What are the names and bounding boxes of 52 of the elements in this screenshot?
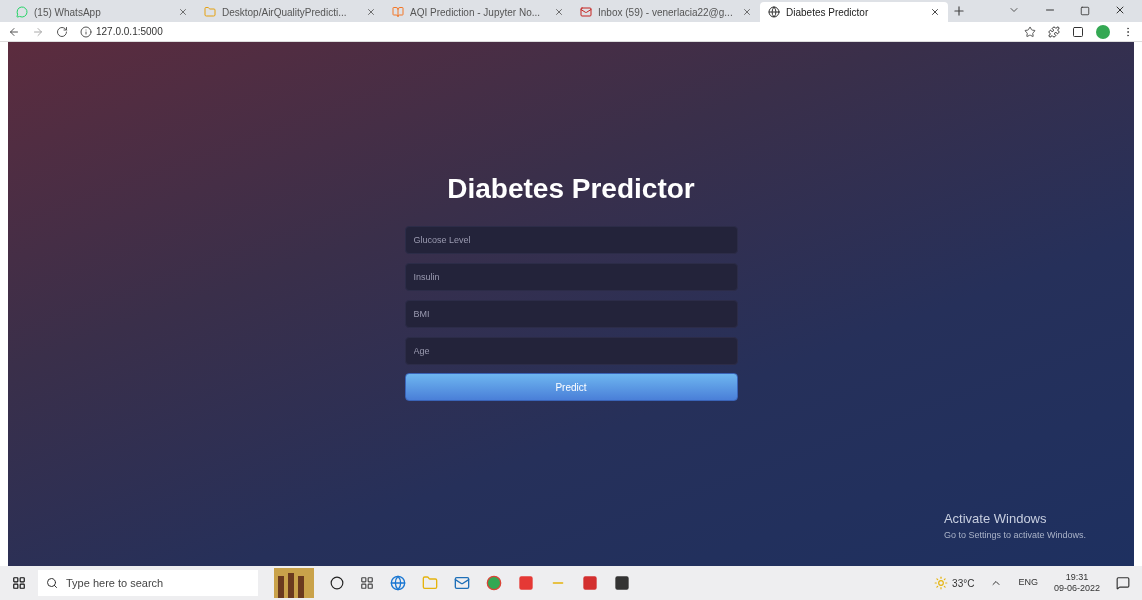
puzzle-icon[interactable]: [1048, 25, 1060, 38]
language-text[interactable]: ENG: [1018, 576, 1038, 590]
browser-tab[interactable]: Desktop/AirQualityPredicti...: [196, 2, 384, 22]
taskbar-search-field[interactable]: Type here to search: [38, 570, 258, 596]
task-view-icon[interactable]: [360, 576, 374, 590]
close-window-icon[interactable]: [1114, 4, 1126, 16]
input-field[interactable]: Insulin: [404, 263, 738, 291]
sidebar-icon[interactable]: [1072, 25, 1084, 38]
close-icon[interactable]: [178, 7, 188, 17]
tab-title: Inbox (59) - venerlacia22@g...: [598, 5, 734, 20]
browser-tab[interactable]: Diabetes Predictor: [760, 2, 948, 22]
browser-tab[interactable]: Inbox (59) - venerlacia22@g...: [572, 2, 760, 22]
tab-title: Desktop/AirQualityPredicti...: [222, 5, 348, 20]
search-icon: [46, 577, 58, 589]
close-icon[interactable]: [554, 7, 564, 17]
input-field[interactable]: Age: [404, 337, 738, 365]
cortana-icon[interactable]: [330, 576, 344, 590]
close-icon[interactable]: [742, 7, 752, 17]
profile-avatar[interactable]: [1096, 24, 1110, 39]
search-placeholder: Type here to search: [66, 575, 164, 591]
clock[interactable]: 19:31 09-06-2022: [1053, 571, 1100, 595]
close-icon[interactable]: [930, 7, 940, 17]
mail-icon[interactable]: [454, 575, 470, 591]
close-icon[interactable]: [366, 7, 376, 17]
globe-icon: [768, 6, 780, 18]
tab-title: Diabetes Predictor: [786, 5, 870, 20]
back-icon[interactable]: [8, 25, 20, 38]
activation-subtitle: Go to Settings to activate Windows.: [943, 528, 1086, 542]
notebook-icon: [392, 6, 404, 18]
maximize-icon[interactable]: [1080, 6, 1090, 16]
folder-icon: [204, 6, 216, 18]
page-title: Diabetes Predictor: [447, 172, 695, 206]
star-icon[interactable]: [1024, 25, 1036, 38]
browser-tab[interactable]: AQI Prediction - Jupyter No...: [384, 2, 572, 22]
mail-icon: [580, 6, 592, 18]
input-field[interactable]: BMI: [404, 300, 738, 328]
reload-icon[interactable]: [56, 25, 68, 38]
browser-tab[interactable]: (15) WhatsApp: [8, 2, 196, 22]
url-text[interactable]: 127.0.0.1:5000: [96, 24, 163, 39]
notification-icon[interactable]: [1116, 576, 1130, 590]
browser-icon[interactable]: [390, 575, 406, 591]
start-icon[interactable]: [12, 576, 26, 590]
tab-title: (15) WhatsApp: [34, 5, 102, 20]
time-text: 19:31: [1065, 571, 1089, 583]
chat-icon: [16, 6, 28, 18]
temperature-text[interactable]: 33°C: [952, 575, 975, 591]
info-icon[interactable]: [80, 25, 92, 38]
input-field[interactable]: Glucose Level: [404, 226, 738, 254]
new-tab-icon[interactable]: [952, 4, 966, 18]
activation-title: Activate Windows: [943, 510, 1048, 528]
tab-title: AQI Prediction - Jupyter No...: [410, 5, 542, 20]
date-text: 09-06-2022: [1053, 583, 1100, 595]
